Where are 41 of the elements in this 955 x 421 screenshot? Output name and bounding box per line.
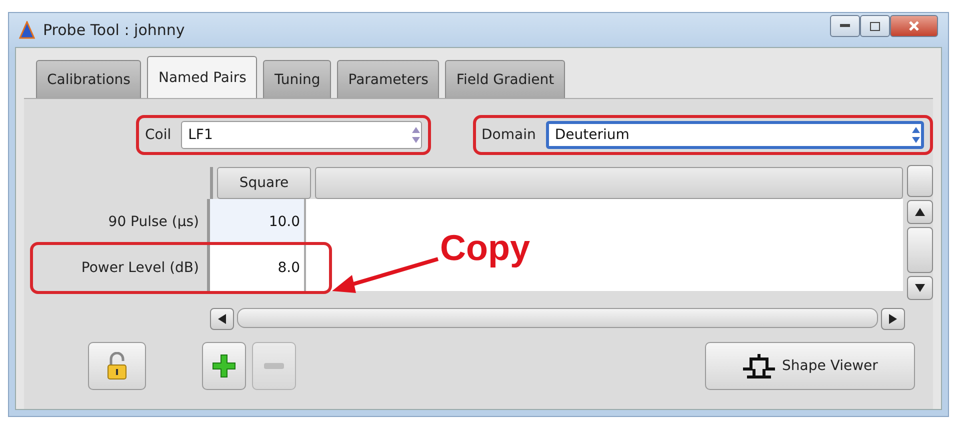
- close-icon: [909, 21, 919, 31]
- tab[interactable]: Named Pairs: [147, 56, 258, 98]
- tab[interactable]: Parameters: [337, 60, 440, 98]
- lock-button[interactable]: [88, 342, 146, 390]
- tab[interactable]: Field Gradient: [445, 60, 566, 98]
- tab[interactable]: Tuning: [263, 60, 332, 98]
- plus-icon: [212, 354, 236, 378]
- column-header[interactable]: Square: [217, 167, 311, 199]
- down-arrow-icon: [914, 283, 926, 293]
- close-button[interactable]: [890, 15, 938, 37]
- scroll-up-button[interactable]: [907, 200, 933, 224]
- scroll-corner: [907, 165, 933, 197]
- shape-viewer-button[interactable]: Shape Viewer: [705, 342, 915, 390]
- add-button[interactable]: [202, 342, 246, 390]
- minimize-button[interactable]: [830, 15, 860, 37]
- unlocked-padlock-icon: [106, 352, 128, 380]
- right-arrow-icon: [887, 314, 899, 324]
- annotation-text: Copy: [440, 227, 530, 269]
- scroll-left-button[interactable]: [210, 308, 234, 330]
- maximize-button[interactable]: [860, 15, 890, 37]
- window-title: Probe Tool : johnny: [43, 21, 186, 39]
- up-arrow-icon: [914, 207, 926, 217]
- table-cell: 10.0: [210, 199, 306, 245]
- minus-icon: [263, 362, 285, 370]
- left-arrow-icon: [216, 314, 228, 324]
- minimize-icon: [840, 24, 850, 28]
- maximize-icon: [870, 22, 880, 30]
- scroll-right-button[interactable]: [881, 308, 905, 330]
- dropdown-field[interactable]: Deuterium: [546, 121, 924, 149]
- table-cell: 8.0: [210, 245, 306, 291]
- spinner-icon: [410, 126, 421, 144]
- spinner-icon: [911, 126, 921, 144]
- scroll-down-button[interactable]: [907, 276, 933, 300]
- tab[interactable]: Calibrations: [36, 60, 142, 98]
- horizontal-scroll-thumb[interactable]: [237, 308, 878, 328]
- field-label: Coil: [145, 127, 172, 143]
- dropdown-field[interactable]: LF1: [181, 121, 422, 149]
- field-label: Domain: [482, 127, 536, 143]
- app-logo-icon: [19, 21, 35, 39]
- scroll-thumb[interactable]: [907, 227, 933, 273]
- pulse-shape-icon: [742, 353, 776, 379]
